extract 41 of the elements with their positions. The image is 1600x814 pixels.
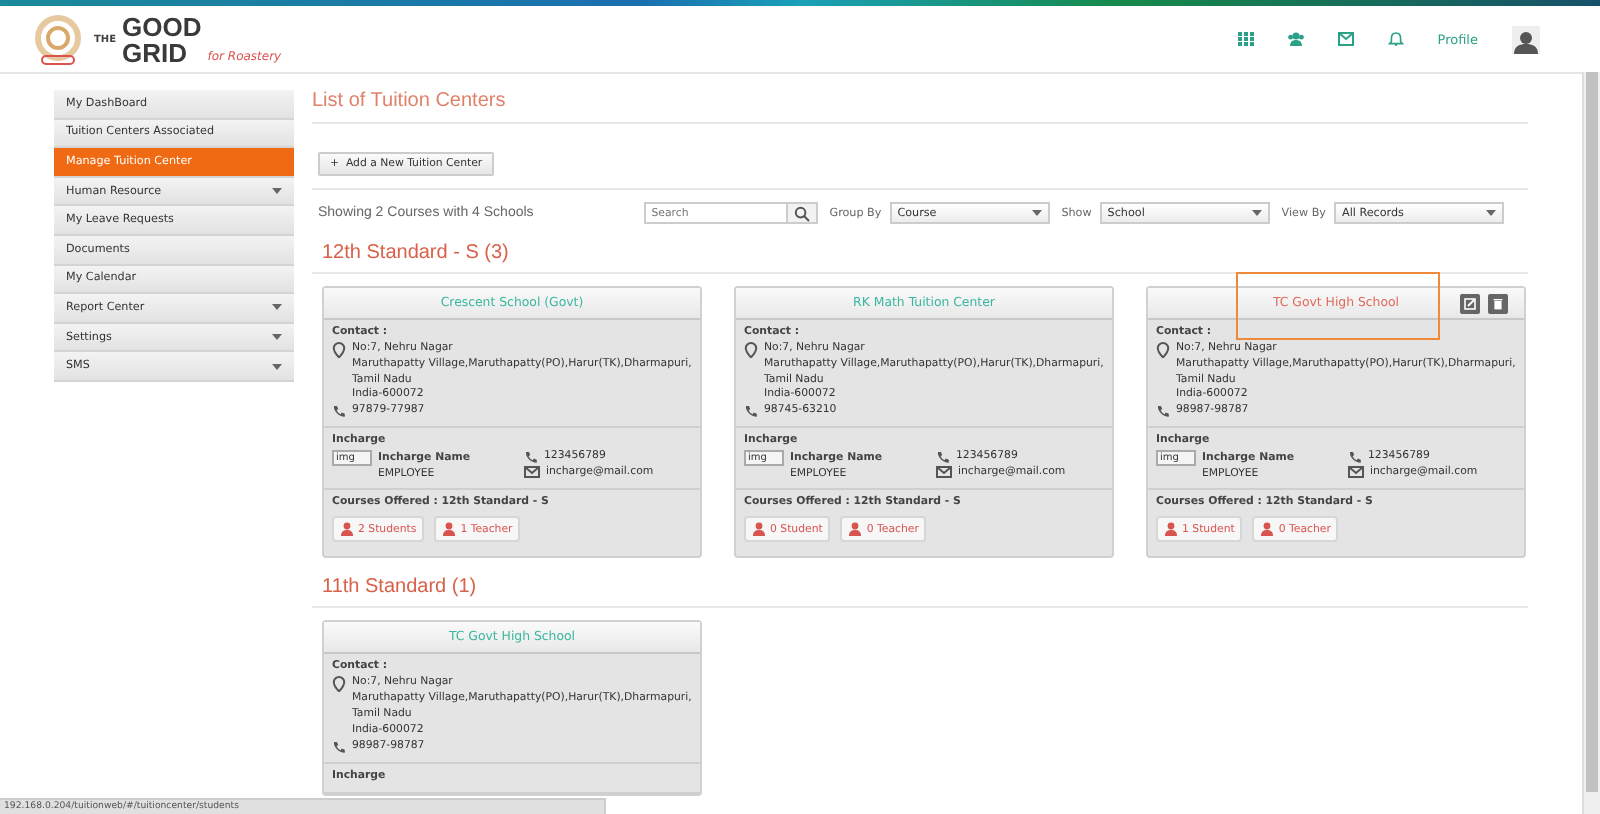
mail-icon [936, 465, 952, 478]
person-icon [1260, 522, 1275, 537]
phone-icon [332, 739, 346, 754]
avatar-icon[interactable] [1512, 25, 1540, 53]
person-icon [340, 522, 354, 537]
group-heading: 12th Standard - S (3) [312, 224, 1528, 274]
edit-button[interactable] [1460, 294, 1480, 314]
phone-icon [524, 450, 538, 465]
mail-icon [524, 465, 540, 478]
bell-icon[interactable] [1387, 32, 1404, 46]
apps-grid-icon[interactable] [1237, 32, 1254, 46]
phone-icon [332, 404, 346, 419]
delete-button[interactable] [1488, 294, 1508, 314]
mail-icon [1348, 465, 1364, 478]
person-icon [848, 522, 863, 537]
logo-text: GRID [122, 39, 190, 65]
phone-icon [744, 404, 758, 419]
phone-icon [1156, 404, 1170, 419]
person-icon [442, 522, 457, 537]
person-icon [1164, 522, 1178, 537]
location-pin-icon [332, 676, 346, 693]
person-icon [752, 522, 766, 537]
phone-icon [936, 450, 950, 465]
caret-icon [1031, 210, 1042, 216]
location-pin-icon [332, 342, 346, 358]
search-button[interactable] [787, 202, 818, 224]
caret-icon [272, 304, 282, 311]
caret-icon [272, 188, 282, 195]
location-pin-icon [1156, 342, 1170, 358]
location-pin-icon [744, 342, 758, 358]
caret-icon [1251, 210, 1262, 216]
page-title: List of Tuition Centers [312, 90, 1528, 124]
phone-icon [1348, 450, 1362, 465]
scrollbar-thumb[interactable] [1586, 72, 1598, 792]
caret-icon [272, 334, 282, 341]
caret-icon [1486, 210, 1496, 216]
group-heading: 11th Standard (1) [312, 558, 1528, 609]
caret-icon [272, 363, 282, 370]
logo-text: GOOD [122, 13, 202, 39]
people-icon[interactable] [1287, 32, 1304, 46]
mail-icon[interactable] [1337, 32, 1354, 46]
